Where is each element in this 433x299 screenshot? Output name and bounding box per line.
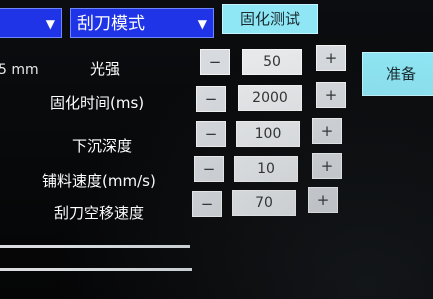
scraper-travel-speed-minus-button[interactable]: −	[192, 191, 222, 217]
scraper-travel-speed-plus-button[interactable]: +	[308, 187, 338, 213]
light-intensity-input[interactable]: 50	[242, 49, 302, 75]
spread-speed-minus-button[interactable]: −	[194, 156, 224, 182]
cure-time-plus-button[interactable]: +	[316, 82, 346, 108]
sink-depth-minus-button[interactable]: −	[196, 121, 226, 147]
mode-dropdown[interactable]: 刮刀模式 ▼	[70, 8, 214, 38]
cure-time-minus-button[interactable]: −	[196, 86, 226, 112]
spread-speed-input[interactable]: 10	[234, 156, 298, 182]
left-unit-text: 5 mm	[0, 62, 39, 78]
light-intensity-label: 光强	[90, 60, 121, 78]
left-dropdown[interactable]: ▼	[0, 8, 62, 38]
screen: ▼ 刮刀模式 ▼ 固化测试 准备 5 mm 光强 − 50 + 固化时间(ms)…	[0, 0, 433, 299]
light-intensity-minus-button[interactable]: −	[200, 49, 230, 75]
cure-time-label: 固化时间(ms)	[50, 94, 145, 112]
spread-speed-plus-button[interactable]: +	[312, 153, 342, 179]
mode-dropdown-value: 刮刀模式	[77, 14, 145, 34]
light-intensity-plus-button[interactable]: +	[316, 45, 346, 71]
screen-glare	[0, 0, 433, 299]
scraper-travel-speed-input[interactable]: 70	[232, 190, 296, 216]
sink-depth-plus-button[interactable]: +	[312, 118, 342, 144]
spread-speed-label: 铺料速度(mm/s)	[42, 172, 156, 190]
prepare-button[interactable]: 准备	[362, 52, 433, 96]
chevron-down-icon: ▼	[45, 17, 55, 31]
sink-depth-input[interactable]: 100	[236, 121, 300, 147]
cure-test-button[interactable]: 固化测试	[222, 4, 318, 34]
scraper-travel-speed-label: 刮刀空移速度	[54, 204, 145, 222]
chevron-down-icon: ▼	[197, 17, 207, 31]
cure-time-input[interactable]: 2000	[238, 85, 302, 111]
divider-line	[0, 245, 190, 248]
sink-depth-label: 下沉深度	[72, 137, 133, 155]
divider-line	[0, 268, 192, 271]
